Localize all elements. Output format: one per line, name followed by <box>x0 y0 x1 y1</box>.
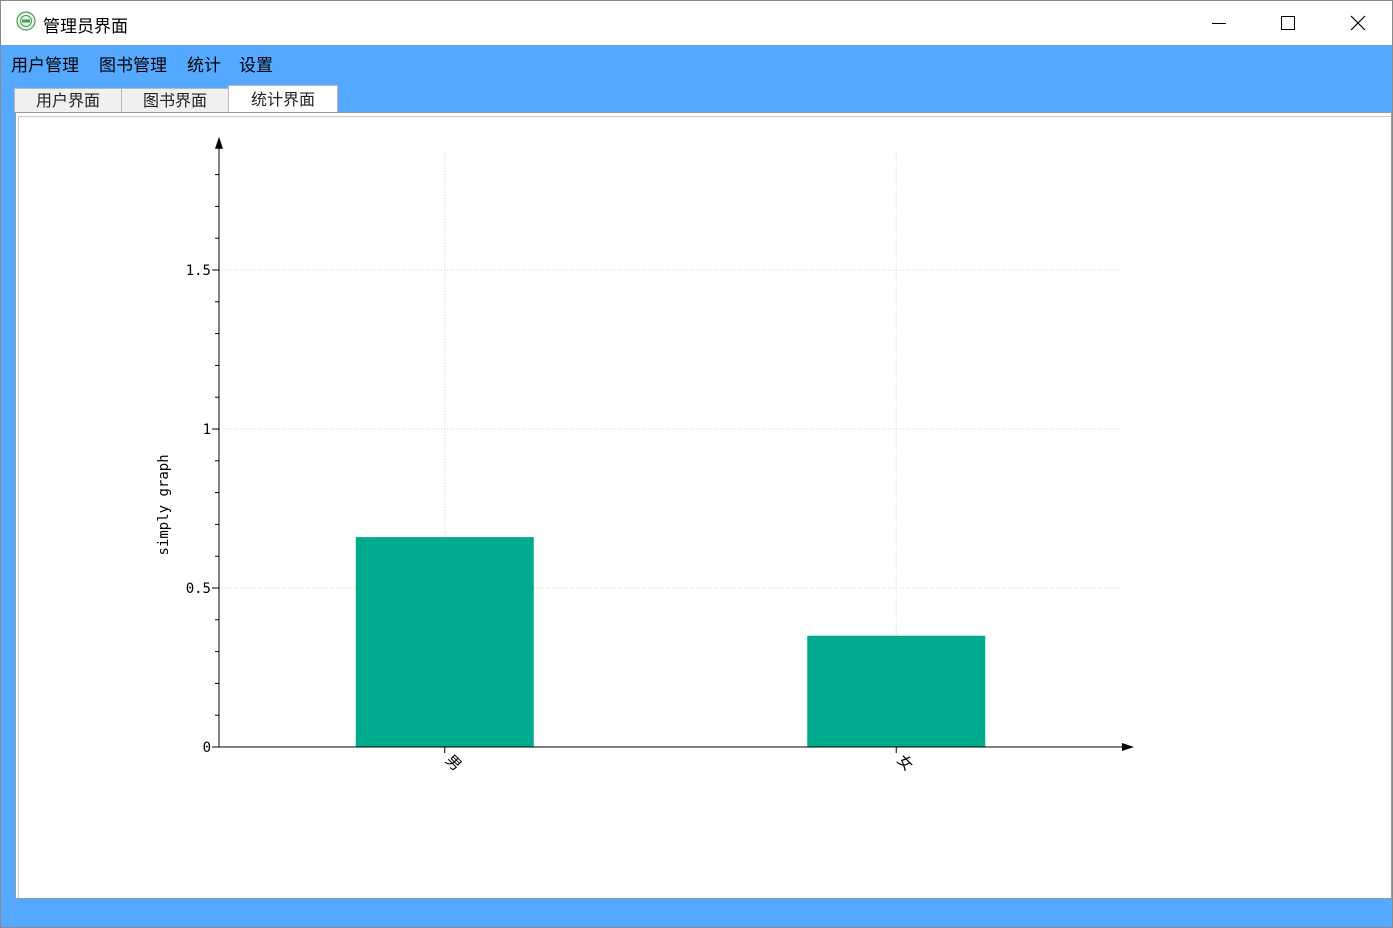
tab-bar: 用户界面 图书界面 统计界面 <box>1 84 1392 112</box>
menu-user-management[interactable]: 用户管理 <box>11 51 79 76</box>
title-bar: 管理员界面 <box>1 1 1392 45</box>
bar-chart: 0 0.5 1 1.5 男 女 simply graph <box>156 136 1134 774</box>
minimize-button[interactable] <box>1184 1 1254 45</box>
x-tick-label: 女 <box>893 751 916 774</box>
y-tick-label: 1.5 <box>186 263 211 279</box>
bar-0 <box>355 537 534 747</box>
tab-book[interactable]: 图书界面 <box>121 88 229 112</box>
menu-settings[interactable]: 设置 <box>239 51 273 76</box>
minimize-icon <box>1212 23 1226 24</box>
maximize-icon <box>1281 16 1295 30</box>
tab-statistics[interactable]: 统计界面 <box>228 85 338 112</box>
close-button[interactable] <box>1323 1 1392 45</box>
tab-user[interactable]: 用户界面 <box>14 88 122 112</box>
y-axis-arrow <box>215 136 223 149</box>
x-tick-label: 男 <box>442 751 465 774</box>
menu-book-management[interactable]: 图书管理 <box>99 51 167 76</box>
menu-bar: 用户管理 图书管理 统计 设置 <box>1 45 1392 77</box>
app-logo-icon <box>16 11 36 31</box>
maximize-button[interactable] <box>1253 1 1323 45</box>
bar-1 <box>807 635 986 747</box>
y-axis-label: simply graph <box>156 454 172 555</box>
y-tick-label: 0.5 <box>186 581 211 597</box>
statistics-panel: 0 0.5 1 1.5 男 女 simply graph <box>15 112 1392 899</box>
app-window: 管理员界面 用户管理 图书管理 统计 设置 用户界面 图书界面 统计界面 0 0… <box>0 0 1393 928</box>
y-tick-label: 0 <box>203 740 211 756</box>
y-tick-label: 1 <box>203 422 211 438</box>
menu-statistics[interactable]: 统计 <box>187 51 221 76</box>
chart-area: 0 0.5 1 1.5 男 女 simply graph <box>18 116 1391 898</box>
window-title: 管理员界面 <box>43 17 128 37</box>
close-icon <box>1350 15 1366 31</box>
x-axis-arrow <box>1122 743 1134 751</box>
